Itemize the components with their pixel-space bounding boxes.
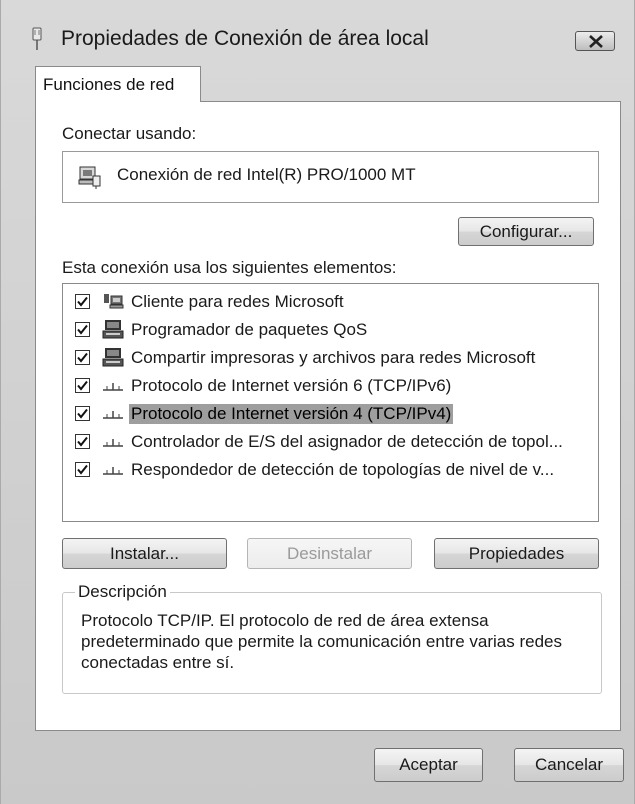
close-icon	[589, 35, 603, 48]
check-icon	[77, 436, 88, 447]
item-checkbox[interactable]	[75, 322, 90, 337]
components-list[interactable]: Cliente para redes Microsoft Programador…	[62, 283, 599, 522]
network-connection-icon	[32, 27, 42, 50]
item-checkbox[interactable]	[75, 434, 90, 449]
service-icon	[102, 320, 124, 339]
item-checkbox[interactable]	[75, 406, 90, 421]
adapter-field: Conexión de red Intel(R) PRO/1000 MT	[62, 151, 599, 203]
list-item-selected[interactable]: Protocolo de Internet versión 4 (TCP/IPv…	[63, 402, 598, 430]
check-icon	[77, 408, 88, 419]
item-label: Programador de paquetes QoS	[131, 320, 368, 339]
uninstall-button[interactable]: Desinstalar	[247, 538, 412, 569]
accept-button[interactable]: Aceptar	[374, 748, 483, 782]
install-button[interactable]: Instalar...	[62, 538, 227, 569]
check-icon	[77, 464, 88, 475]
item-checkbox[interactable]	[75, 462, 90, 477]
protocol-icon	[103, 383, 123, 391]
check-icon	[77, 296, 88, 307]
description-title: Descripción	[75, 582, 170, 602]
check-icon	[77, 380, 88, 391]
window-title: Propiedades de Conexión de área local	[61, 27, 429, 50]
service-icon	[102, 348, 124, 367]
item-label: Protocolo de Internet versión 6 (TCP/IPv…	[131, 376, 452, 395]
item-label: Respondedor de detección de topologías d…	[131, 460, 555, 479]
item-checkbox[interactable]	[75, 378, 90, 393]
properties-button[interactable]: Propiedades	[434, 538, 599, 569]
protocol-icon	[103, 467, 123, 475]
network-client-icon	[104, 294, 124, 309]
title-bar[interactable]: Propiedades de Conexión de área local	[1, 0, 635, 58]
list-item[interactable]: Programador de paquetes QoS	[63, 318, 598, 346]
item-label: Cliente para redes Microsoft	[131, 292, 344, 311]
cancel-button[interactable]: Cancelar	[514, 748, 624, 782]
item-label: Compartir impresoras y archivos para red…	[131, 348, 536, 367]
check-icon	[77, 352, 88, 363]
item-checkbox[interactable]	[75, 294, 90, 309]
configure-button[interactable]: Configurar...	[458, 217, 594, 246]
adapter-name: Conexión de red Intel(R) PRO/1000 MT	[117, 165, 416, 184]
list-item[interactable]: Controlador de E/S del asignador de dete…	[63, 430, 598, 458]
list-item[interactable]: Compartir impresoras y archivos para red…	[63, 346, 598, 374]
list-item[interactable]: Respondedor de detección de topologías d…	[63, 458, 598, 486]
item-label: Protocolo de Internet versión 4 (TCP/IPv…	[129, 404, 454, 424]
list-item[interactable]: Cliente para redes Microsoft	[63, 290, 598, 318]
tab-networking[interactable]: Funciones de red	[35, 66, 201, 102]
connect-using-label: Conectar usando:	[62, 124, 197, 143]
protocol-icon	[103, 411, 123, 419]
network-adapter-icon	[78, 166, 101, 189]
check-icon	[77, 324, 88, 335]
item-label: Controlador de E/S del asignador de dete…	[131, 432, 563, 451]
list-item[interactable]: Protocolo de Internet versión 6 (TCP/IPv…	[63, 374, 598, 402]
description-text: Protocolo TCP/IP. El protocolo de red de…	[81, 611, 562, 672]
item-checkbox[interactable]	[75, 350, 90, 365]
items-label: Esta conexión usa los siguientes element…	[62, 258, 397, 277]
tab-networking-label: Funciones de red	[43, 75, 175, 94]
protocol-icon	[103, 439, 123, 447]
properties-dialog: Propiedades de Conexión de área local Fu…	[0, 0, 635, 804]
close-button[interactable]	[575, 31, 615, 51]
